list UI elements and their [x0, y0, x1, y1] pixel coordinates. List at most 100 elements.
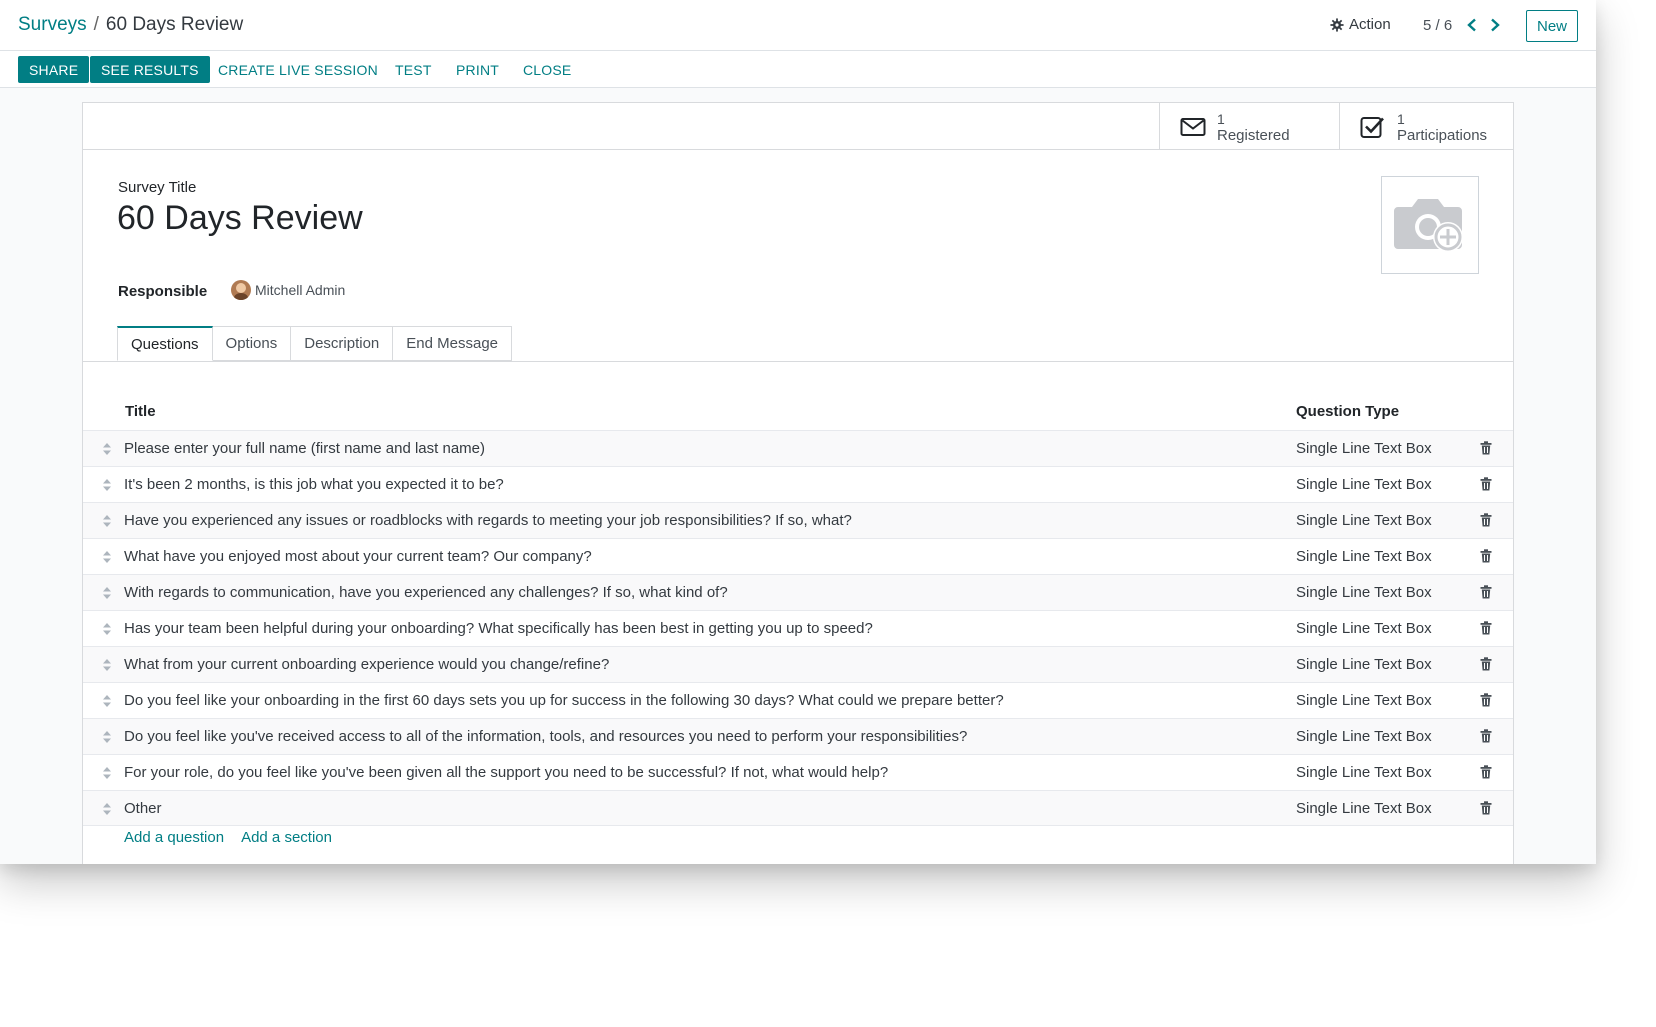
- see-results-button[interactable]: SEE RESULTS: [90, 56, 210, 83]
- table-row[interactable]: Have you experienced any issues or roadb…: [83, 502, 1513, 538]
- drag-handle-icon[interactable]: [102, 622, 112, 636]
- table-row[interactable]: With regards to communication, have you …: [83, 574, 1513, 610]
- question-title[interactable]: Do you feel like your onboarding in the …: [124, 692, 1004, 709]
- drag-handle-icon[interactable]: [102, 550, 112, 564]
- question-title[interactable]: Other: [124, 800, 162, 817]
- registered-stat-button[interactable]: 1 Registered: [1159, 103, 1339, 150]
- responsible-label: Responsible: [118, 283, 208, 300]
- trash-icon[interactable]: [1480, 801, 1492, 815]
- chevron-right-icon: [1491, 18, 1500, 32]
- question-title[interactable]: For your role, do you feel like you've b…: [124, 764, 888, 781]
- registered-count: 1: [1217, 111, 1225, 127]
- question-type[interactable]: Single Line Text Box: [1296, 548, 1432, 565]
- drag-handle-icon[interactable]: [102, 658, 112, 672]
- question-type[interactable]: Single Line Text Box: [1296, 692, 1432, 709]
- column-header-title[interactable]: Title: [125, 403, 156, 420]
- form-header-buttons: SHARE SEE RESULTS CREATE LIVE SESSION TE…: [0, 51, 1596, 88]
- tab-options[interactable]: Options: [212, 326, 292, 361]
- table-row[interactable]: Please enter your full name (first name …: [83, 430, 1513, 466]
- drag-handle-icon[interactable]: [102, 730, 112, 744]
- trash-icon[interactable]: [1480, 621, 1492, 635]
- pager-next-button[interactable]: [1485, 14, 1505, 36]
- tab-questions[interactable]: Questions: [117, 326, 213, 361]
- drag-handle-icon[interactable]: [102, 478, 112, 492]
- question-type[interactable]: Single Line Text Box: [1296, 656, 1432, 673]
- drag-handle-icon[interactable]: [102, 766, 112, 780]
- table-row[interactable]: What have you enjoyed most about your cu…: [83, 538, 1513, 574]
- pager-value[interactable]: 5 / 6: [1423, 17, 1452, 34]
- stat-button-box: 1 Registered 1 Participations: [83, 103, 1513, 150]
- question-type[interactable]: Single Line Text Box: [1296, 800, 1432, 817]
- table-row[interactable]: For your role, do you feel like you've b…: [83, 754, 1513, 790]
- question-title[interactable]: Please enter your full name (first name …: [124, 440, 485, 457]
- table-row[interactable]: Has your team been helpful during your o…: [83, 610, 1513, 646]
- add-line-links: Add a question Add a section: [124, 829, 332, 846]
- tabs-divider: [83, 361, 1513, 362]
- create-live-session-button[interactable]: CREATE LIVE SESSION: [218, 56, 378, 83]
- trash-icon[interactable]: [1480, 477, 1492, 491]
- question-type[interactable]: Single Line Text Box: [1296, 584, 1432, 601]
- print-button[interactable]: PRINT: [456, 56, 499, 83]
- checkbox-icon: [1360, 117, 1384, 138]
- trash-icon[interactable]: [1480, 585, 1492, 599]
- responsible-field[interactable]: Mitchell Admin: [231, 280, 345, 300]
- question-title[interactable]: What have you enjoyed most about your cu…: [124, 548, 592, 565]
- trash-icon[interactable]: [1480, 549, 1492, 563]
- survey-image-upload[interactable]: [1381, 176, 1479, 274]
- drag-handle-icon[interactable]: [102, 514, 112, 528]
- breadcrumb: Surveys / 60 Days Review: [18, 14, 243, 36]
- question-type[interactable]: Single Line Text Box: [1296, 764, 1432, 781]
- question-type[interactable]: Single Line Text Box: [1296, 476, 1432, 493]
- question-title[interactable]: It's been 2 months, is this job what you…: [124, 476, 504, 493]
- camera-plus-icon: [1394, 199, 1463, 252]
- action-label: Action: [1349, 16, 1391, 33]
- question-list: Please enter your full name (first name …: [83, 430, 1513, 826]
- drag-handle-icon[interactable]: [102, 586, 112, 600]
- question-title[interactable]: Do you feel like you've received access …: [124, 728, 967, 745]
- participations-stat-button[interactable]: 1 Participations: [1339, 103, 1513, 150]
- table-row[interactable]: It's been 2 months, is this job what you…: [83, 466, 1513, 502]
- drag-handle-icon[interactable]: [102, 802, 112, 816]
- table-row[interactable]: Do you feel like you've received access …: [83, 718, 1513, 754]
- control-panel-top: Surveys / 60 Days Review Action 5 / 6 Ne…: [0, 0, 1596, 51]
- question-title[interactable]: Have you experienced any issues or roadb…: [124, 512, 852, 529]
- participations-count: 1: [1397, 111, 1405, 127]
- question-type[interactable]: Single Line Text Box: [1296, 512, 1432, 529]
- breadcrumb-current: 60 Days Review: [105, 14, 244, 35]
- gear-icon: [1330, 17, 1344, 32]
- question-type[interactable]: Single Line Text Box: [1296, 620, 1432, 637]
- share-button[interactable]: SHARE: [18, 56, 90, 83]
- drag-handle-icon[interactable]: [102, 442, 112, 456]
- trash-icon[interactable]: [1480, 693, 1492, 707]
- breadcrumb-separator: /: [93, 14, 99, 35]
- drag-handle-icon[interactable]: [102, 694, 112, 708]
- table-row[interactable]: Do you feel like your onboarding in the …: [83, 682, 1513, 718]
- registered-label: Registered: [1217, 127, 1290, 144]
- add-section-link[interactable]: Add a section: [241, 829, 332, 846]
- trash-icon[interactable]: [1480, 513, 1492, 527]
- question-title[interactable]: Has your team been helpful during your o…: [124, 620, 873, 637]
- new-record-button[interactable]: New: [1526, 10, 1578, 42]
- question-title[interactable]: With regards to communication, have you …: [124, 584, 728, 601]
- table-row[interactable]: Other Single Line Text Box: [83, 790, 1513, 826]
- question-type[interactable]: Single Line Text Box: [1296, 440, 1432, 457]
- form-tabs: Questions Options Description End Messag…: [117, 326, 513, 361]
- trash-icon[interactable]: [1480, 441, 1492, 455]
- breadcrumb-surveys-link[interactable]: Surveys: [18, 14, 87, 36]
- trash-icon[interactable]: [1480, 729, 1492, 743]
- column-header-question-type[interactable]: Question Type: [1296, 403, 1399, 420]
- test-button[interactable]: TEST: [395, 56, 432, 83]
- add-question-link[interactable]: Add a question: [124, 829, 224, 846]
- tab-end-message[interactable]: End Message: [393, 326, 513, 361]
- avatar: [231, 280, 251, 300]
- table-row[interactable]: What from your current onboarding experi…: [83, 646, 1513, 682]
- question-title[interactable]: What from your current onboarding experi…: [124, 656, 609, 673]
- tab-description[interactable]: Description: [291, 326, 394, 361]
- survey-title-field[interactable]: 60 Days Review: [117, 199, 363, 238]
- trash-icon[interactable]: [1480, 657, 1492, 671]
- question-type[interactable]: Single Line Text Box: [1296, 728, 1432, 745]
- action-menu-button[interactable]: Action: [1330, 16, 1391, 33]
- close-button[interactable]: CLOSE: [523, 56, 571, 83]
- trash-icon[interactable]: [1480, 765, 1492, 779]
- pager-previous-button[interactable]: [1462, 14, 1482, 36]
